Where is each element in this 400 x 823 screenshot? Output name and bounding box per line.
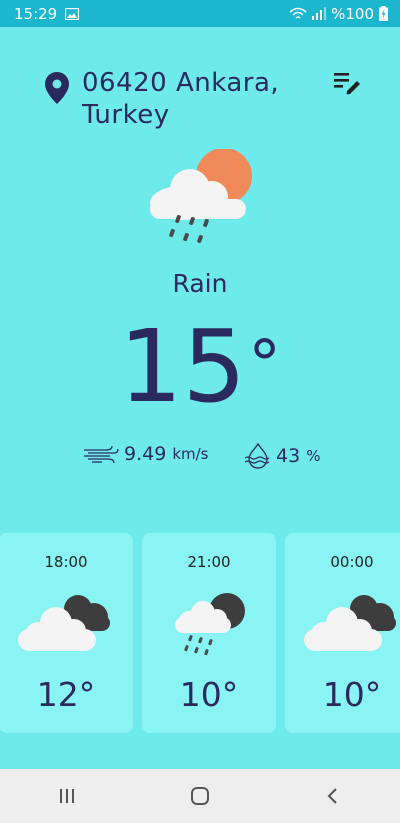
- hourly-forecast[interactable]: 18:00 12° 21:00 10° 00:00 10°: [0, 533, 400, 733]
- battery-percent: %100: [331, 4, 374, 23]
- wifi-icon: [289, 7, 307, 19]
- forecast-temp: 12°: [36, 675, 96, 714]
- location-pin-icon: [45, 72, 69, 104]
- recent-apps-button[interactable]: [47, 781, 87, 811]
- home-icon: [190, 787, 209, 805]
- forecast-temp: 10°: [322, 675, 382, 714]
- humidity-metric: 43 %: [244, 443, 320, 469]
- forecast-time: 00:00: [330, 553, 374, 571]
- navigation-bar: [0, 769, 400, 823]
- weather-condition: Rain: [172, 269, 228, 298]
- battery-charging-icon: [379, 6, 388, 21]
- humidity-value: 43: [276, 445, 301, 467]
- wind-unit: km/s: [172, 445, 209, 463]
- edit-list-icon[interactable]: [334, 71, 362, 95]
- humidity-drop-icon: [244, 443, 270, 469]
- location-line1: 06420 Ankara,: [82, 68, 280, 98]
- forecast-card[interactable]: 18:00 12°: [0, 533, 133, 733]
- rain-cloud-sun-icon: [150, 149, 252, 244]
- temperature-value: 15: [118, 308, 247, 425]
- degree-symbol: °: [248, 326, 282, 403]
- status-time: 15:29: [14, 4, 58, 23]
- wind-value: 9.49: [124, 443, 167, 465]
- current-temperature: 15°: [0, 312, 400, 422]
- status-bar: 15:29 %100: [0, 0, 400, 27]
- humidity-unit: %: [306, 447, 321, 465]
- home-button[interactable]: [180, 781, 220, 811]
- cloudy-icon: [304, 595, 396, 651]
- wind-icon: [84, 445, 119, 464]
- forecast-card[interactable]: 21:00 10°: [142, 533, 276, 733]
- forecast-card[interactable]: 00:00 10°: [285, 533, 400, 733]
- image-icon: [65, 7, 80, 20]
- cloudy-icon: [18, 595, 110, 651]
- back-icon: [327, 788, 338, 804]
- weather-metrics: 9.49 km/s 43 %: [0, 443, 400, 469]
- status-right: %100: [289, 5, 388, 23]
- signal-icon: [312, 7, 327, 20]
- location-header: 06420 Ankara, Turkey: [44, 67, 302, 131]
- forecast-temp: 10°: [179, 675, 239, 714]
- wind-metric: 9.49 km/s: [82, 443, 208, 465]
- forecast-time: 18:00: [44, 553, 88, 571]
- status-left: 15:29: [14, 4, 80, 23]
- back-button[interactable]: [313, 781, 353, 811]
- location-line2: Turkey: [82, 100, 170, 130]
- location-name[interactable]: 06420 Ankara, Turkey: [82, 67, 302, 131]
- weather-screen: 06420 Ankara, Turkey Rain 15° 9.49 km/s …: [0, 27, 400, 769]
- forecast-time: 21:00: [187, 553, 231, 571]
- rain-cloud-moon-icon: [175, 593, 245, 656]
- recent-apps-icon: [59, 789, 74, 803]
